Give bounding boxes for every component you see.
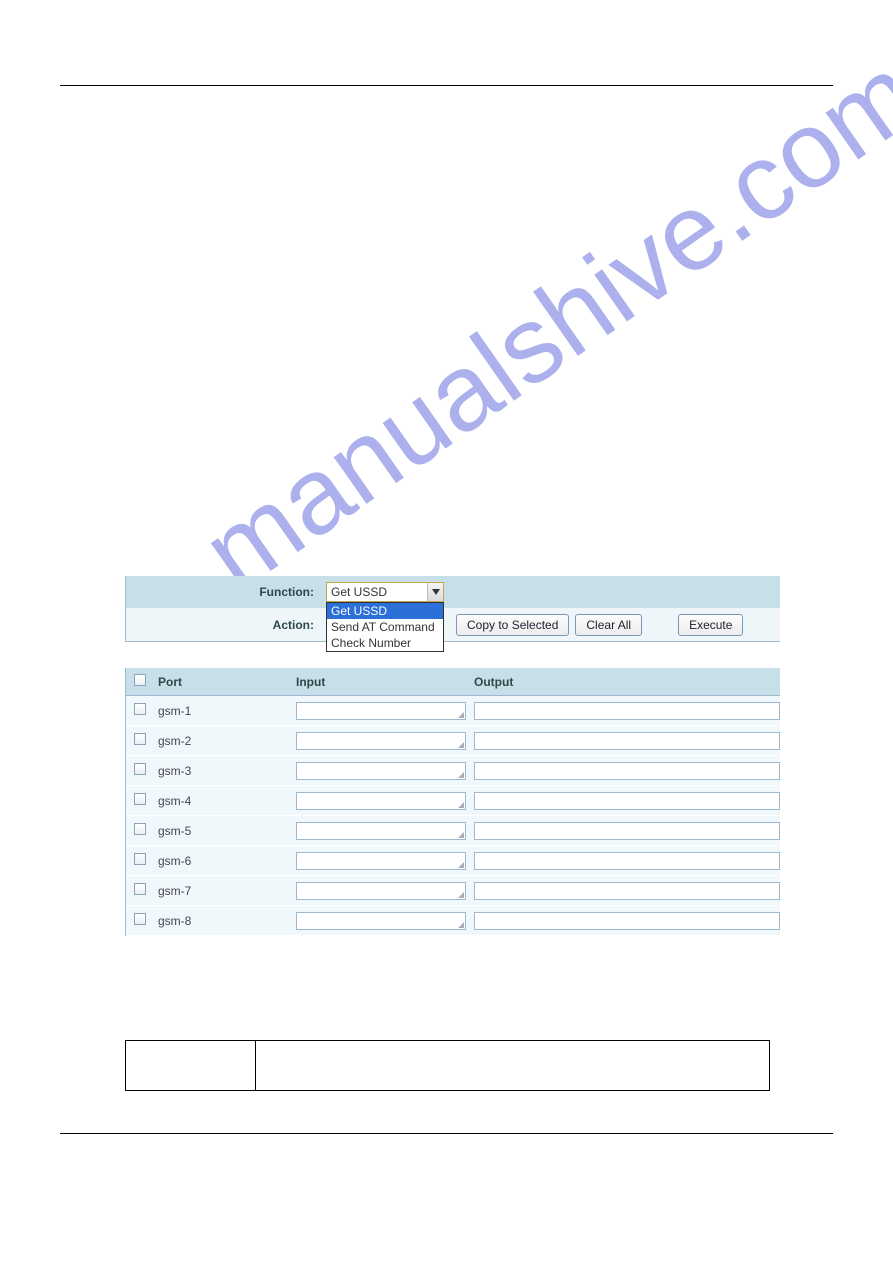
row-checkbox[interactable] [134, 913, 146, 925]
input-field[interactable] [296, 912, 466, 930]
row-checkbox[interactable] [134, 853, 146, 865]
table-header: Port Input Output [126, 668, 780, 696]
copy-to-selected-button[interactable]: Copy to Selected [456, 614, 569, 636]
def-left-cell [126, 1041, 256, 1091]
table-row: gsm-1 [126, 696, 780, 726]
table-row: gsm-4 [126, 786, 780, 816]
output-field[interactable] [474, 732, 780, 750]
input-field[interactable] [296, 852, 466, 870]
input-field[interactable] [296, 762, 466, 780]
row-checkbox[interactable] [134, 883, 146, 895]
chevron-down-icon [427, 583, 443, 601]
table-row: gsm-8 [126, 906, 780, 936]
execute-button[interactable]: Execute [678, 614, 743, 636]
header-output: Output [470, 675, 780, 689]
input-field[interactable] [296, 822, 466, 840]
function-select[interactable]: Get USSD Get USSD Send AT Command Check … [326, 582, 444, 602]
header-input: Input [292, 675, 470, 689]
row-checkbox[interactable] [134, 793, 146, 805]
function-row: Function: Get USSD Get USSD Send AT Comm… [125, 576, 780, 608]
output-field[interactable] [474, 792, 780, 810]
output-field[interactable] [474, 852, 780, 870]
input-field[interactable] [296, 792, 466, 810]
output-field[interactable] [474, 912, 780, 930]
port-cell: gsm-3 [154, 764, 292, 778]
output-field[interactable] [474, 702, 780, 720]
clear-all-button[interactable]: Clear All [575, 614, 642, 636]
input-field[interactable] [296, 702, 466, 720]
header-port: Port [154, 675, 292, 689]
ports-table: Port Input Output gsm-1 gsm-2 gsm-3 gsm-… [125, 668, 780, 936]
output-field[interactable] [474, 822, 780, 840]
port-cell: gsm-1 [154, 704, 292, 718]
row-checkbox[interactable] [134, 763, 146, 775]
table-row: gsm-5 [126, 816, 780, 846]
option-send-at[interactable]: Send AT Command [327, 619, 443, 635]
gsm-config-panel: Function: Get USSD Get USSD Send AT Comm… [125, 576, 780, 936]
function-dropdown: Get USSD Send AT Command Check Number [326, 602, 444, 652]
function-select-value: Get USSD [331, 585, 387, 599]
row-checkbox[interactable] [134, 733, 146, 745]
table-row: gsm-7 [126, 876, 780, 906]
port-cell: gsm-6 [154, 854, 292, 868]
port-cell: gsm-4 [154, 794, 292, 808]
output-field[interactable] [474, 882, 780, 900]
option-get-ussd[interactable]: Get USSD [327, 603, 443, 619]
select-all-checkbox[interactable] [134, 674, 146, 686]
row-checkbox[interactable] [134, 703, 146, 715]
output-field[interactable] [474, 762, 780, 780]
action-label: Action: [126, 618, 326, 632]
port-cell: gsm-8 [154, 914, 292, 928]
table-row: gsm-2 [126, 726, 780, 756]
input-field[interactable] [296, 882, 466, 900]
row-checkbox[interactable] [134, 823, 146, 835]
port-cell: gsm-7 [154, 884, 292, 898]
table-row: gsm-6 [126, 846, 780, 876]
def-right-cell [256, 1041, 770, 1091]
watermark-text: manualshive.com [180, 30, 893, 614]
function-label: Function: [126, 585, 326, 599]
option-check-number[interactable]: Check Number [327, 635, 443, 651]
definition-table [125, 1040, 770, 1091]
port-cell: gsm-5 [154, 824, 292, 838]
bottom-divider [60, 1133, 833, 1134]
action-row: Action: Copy to Selected Clear All Execu… [125, 608, 780, 642]
top-divider [60, 85, 833, 86]
table-row: gsm-3 [126, 756, 780, 786]
port-cell: gsm-2 [154, 734, 292, 748]
input-field[interactable] [296, 732, 466, 750]
